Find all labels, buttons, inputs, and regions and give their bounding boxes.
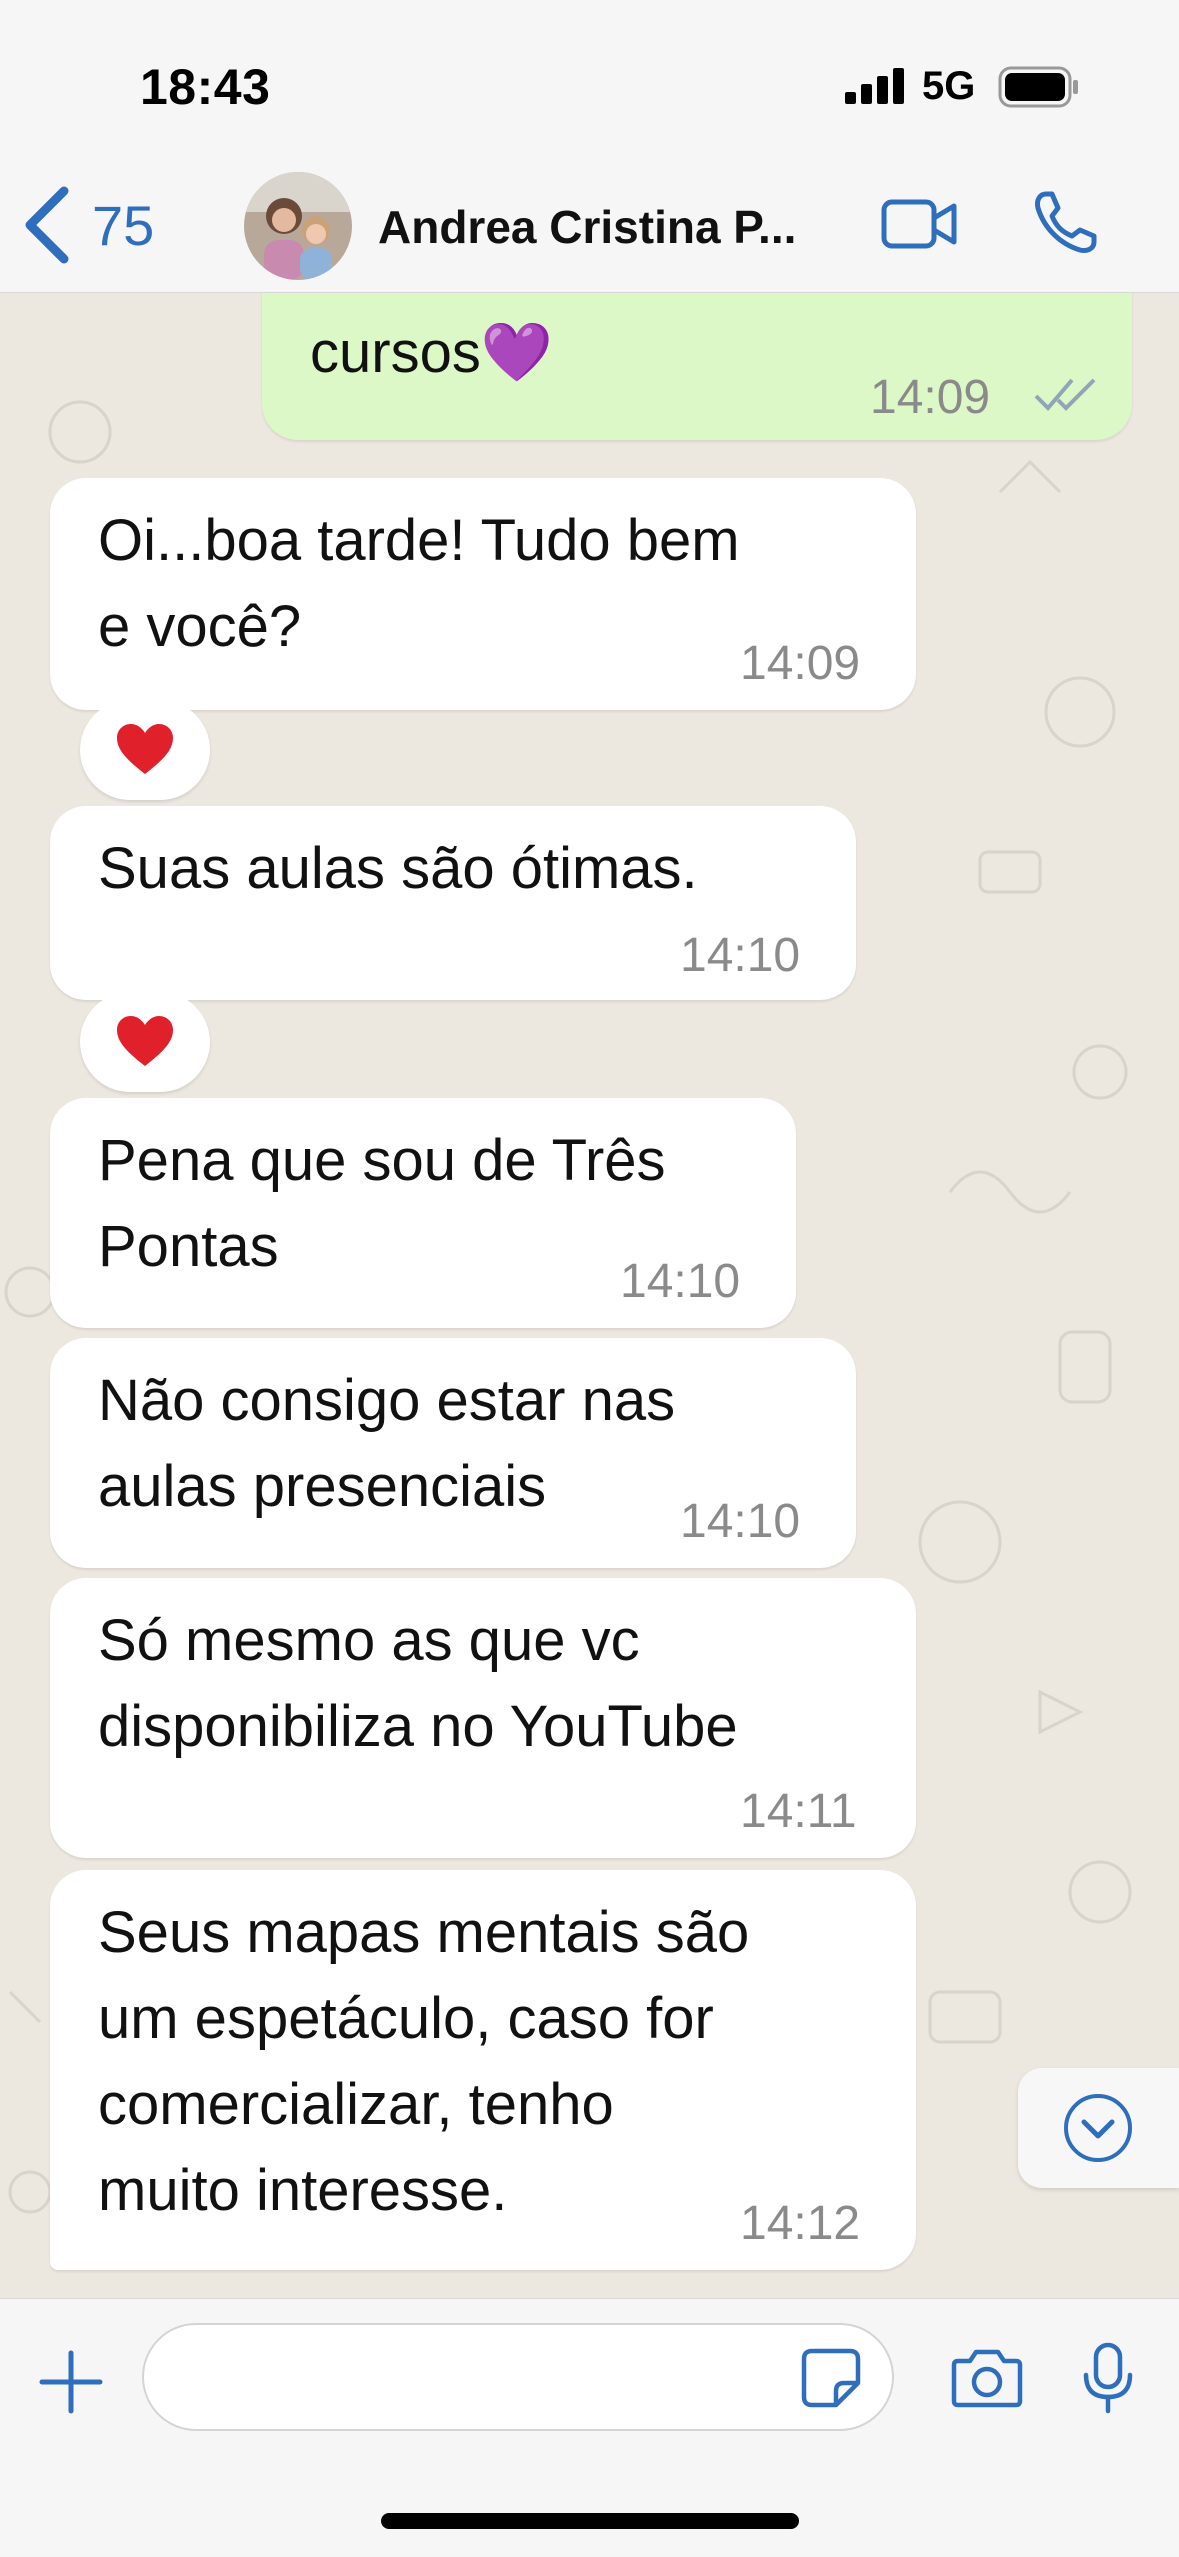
back-button[interactable]: 75: [22, 180, 154, 270]
message-bubble-incoming[interactable]: Oi...boa tarde! Tudo bem e você? 14:09: [50, 478, 916, 710]
message-bubble-incoming[interactable]: Só mesmo as que vc disponibiliza no YouT…: [50, 1578, 916, 1858]
message-bubble-incoming[interactable]: Suas aulas são ótimas. 14:10: [50, 806, 856, 1000]
message-time: 14:10: [680, 1495, 801, 1548]
video-camera-icon[interactable]: [880, 194, 960, 254]
double-check-icon: [1034, 378, 1096, 411]
message-time: 14:10: [680, 929, 801, 982]
scroll-to-bottom-button[interactable]: [1018, 2068, 1179, 2188]
plus-icon[interactable]: [38, 2349, 104, 2415]
unread-count: 75: [92, 193, 155, 257]
avatar-photo: [244, 172, 352, 280]
message-time: 14:12: [740, 2197, 861, 2250]
status-bar: 18:43 5G: [0, 0, 1179, 160]
camera-icon[interactable]: [950, 2347, 1024, 2409]
contact-name[interactable]: Andrea Cristina P...: [378, 200, 848, 254]
message-text: Suas aulas são ótimas.: [98, 836, 698, 901]
status-time: 18:43: [140, 59, 271, 115]
avatar[interactable]: [244, 172, 352, 280]
message-bubble-incoming[interactable]: Não consigo estar nas aulas presenciais …: [50, 1338, 856, 1568]
message-time: 14:10: [620, 1255, 741, 1308]
battery-icon: [998, 66, 1078, 108]
reaction-badge[interactable]: [80, 700, 210, 800]
message-text: cursos💜: [310, 320, 554, 385]
message-time: 14:11: [740, 1785, 857, 1838]
message-bubble-incoming[interactable]: Pena que sou de Três Pontas 14:10: [50, 1098, 796, 1328]
microphone-icon[interactable]: [1080, 2341, 1136, 2417]
phone-icon[interactable]: [1030, 188, 1100, 258]
chat-header-overlay: 75 Andrea Cristina P...: [0, 160, 1179, 292]
chevron-left-icon: [25, 186, 69, 264]
chevron-down-circle-icon: [1064, 2094, 1132, 2162]
home-indicator[interactable]: [381, 2513, 799, 2529]
signal-strength-icon: [845, 68, 904, 104]
message-time: 14:09: [740, 637, 861, 690]
message-input[interactable]: [142, 2323, 894, 2431]
sticker-icon[interactable]: [800, 2347, 862, 2409]
message-bubble-incoming[interactable]: Seus mapas mentais são um espetáculo, ca…: [50, 1870, 916, 2270]
message-text: Não consigo estar nas aulas presenciais: [98, 1368, 676, 1519]
reaction-badge[interactable]: [80, 992, 210, 1092]
heart-icon: [117, 1016, 173, 1066]
heart-icon: [117, 724, 173, 774]
message-text: Seus mapas mentais são um espetáculo, ca…: [98, 1900, 750, 2223]
message-time: 14:09: [870, 371, 991, 424]
message-text: Pena que sou de Três Pontas: [98, 1128, 666, 1279]
message-text: Oi...boa tarde! Tudo bem e você?: [98, 508, 740, 659]
message-text: Só mesmo as que vc disponibiliza no YouT…: [98, 1608, 738, 1759]
network-type: 5G: [922, 64, 976, 108]
